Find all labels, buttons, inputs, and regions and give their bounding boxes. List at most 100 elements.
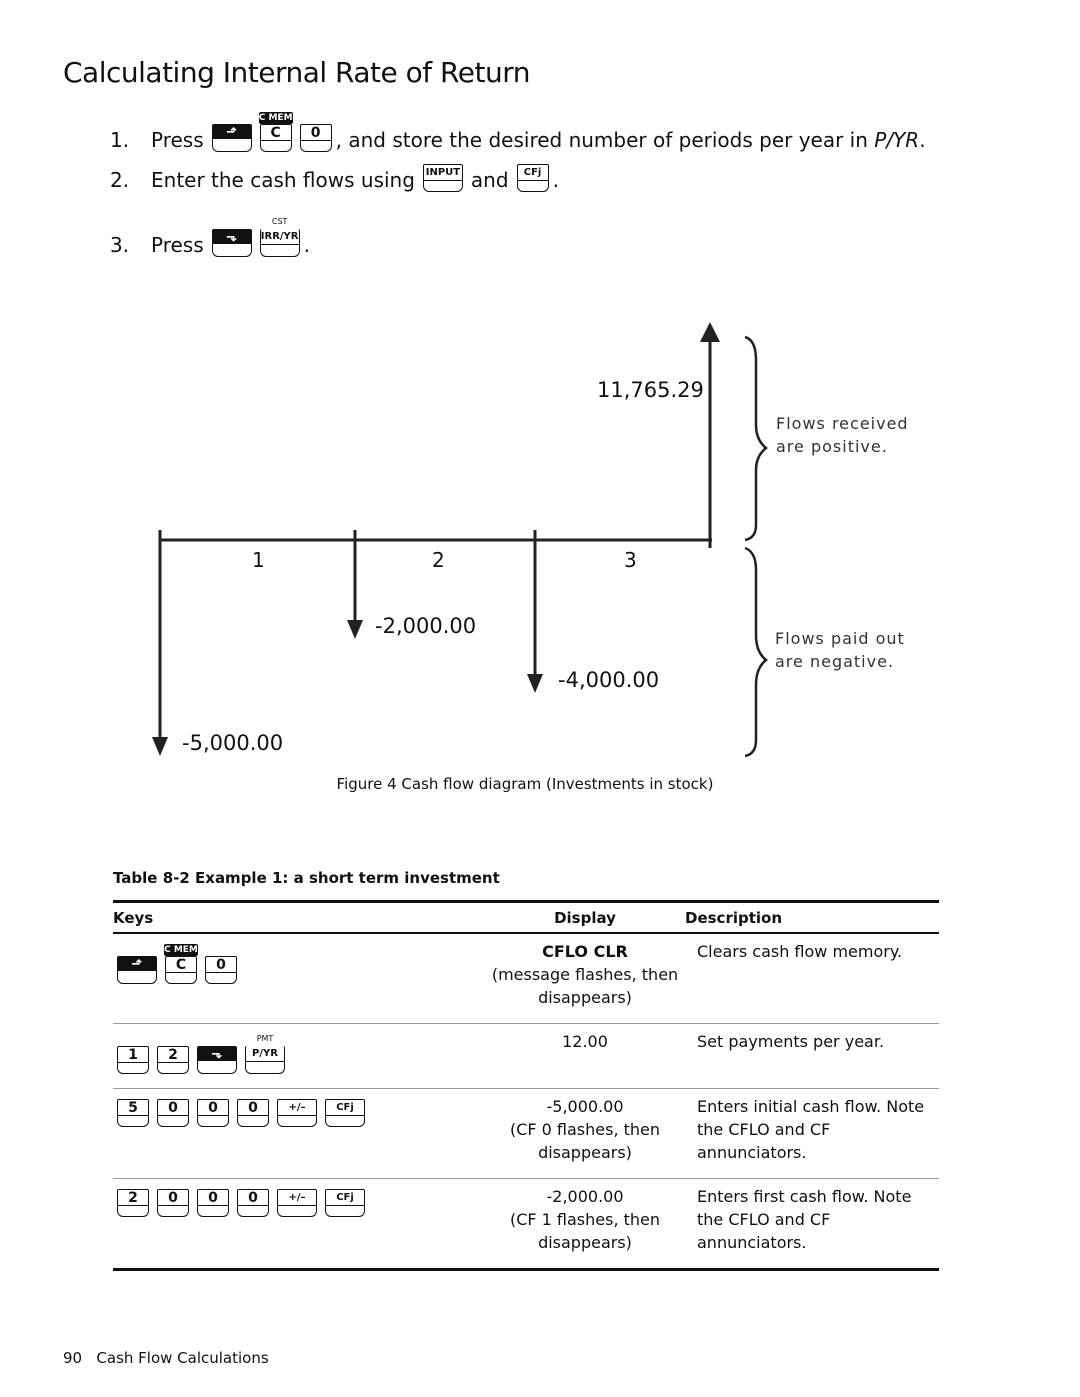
display-value: CFLO CLR [542, 942, 628, 961]
display-value: 12.00 [562, 1032, 608, 1051]
key--[interactable]: +/– [277, 1099, 317, 1127]
key-label: CFj [326, 1100, 364, 1116]
arrow-down-1 [347, 620, 363, 639]
key-5[interactable]: 5 [117, 1099, 149, 1127]
section-name: Cash Flow Calculations [96, 1349, 269, 1367]
key-sequence: 1 2 ⬎ P/YR PMT [117, 1034, 285, 1074]
key-label: +/– [278, 1190, 316, 1206]
shift-label: C MEM [258, 112, 293, 124]
key-shift-up[interactable]: ⬏ [117, 956, 157, 984]
step-italic: P/YR [874, 128, 920, 152]
display-note: (CF 1 flashes, then disappears) [509, 1210, 661, 1252]
key-label: IRR/YR [260, 229, 299, 245]
display-value: -2,000.00 [546, 1187, 624, 1206]
key-2[interactable]: 2 [157, 1046, 189, 1074]
flow-0-value: -5,000.00 [182, 731, 284, 755]
key-shift-down[interactable]: ⬎ [197, 1046, 237, 1074]
key-sequence: ⬏ C C MEM 0 [211, 112, 332, 152]
step-3: 3. Press ⬎ IRR/YR CST. [110, 217, 310, 257]
display-note: (CF 0 flashes, then disappears) [509, 1120, 661, 1162]
note-line: are negative. [775, 652, 895, 671]
key-label: C [260, 125, 291, 141]
period-1: 1 [252, 548, 265, 572]
key-cfj[interactable]: CFj [516, 164, 549, 192]
key-0[interactable]: 0 [237, 1099, 269, 1127]
step-text: Enter the cash flows using [151, 168, 415, 192]
header-display: Display [485, 900, 685, 934]
key-sequence: CFj [516, 164, 549, 192]
key-0[interactable]: 0 [205, 956, 237, 984]
table-row: 2 0 0 0 +/– CFj -2,000.00 (CF 1 flashes, then d… [113, 1178, 939, 1271]
step-1: 1. Press ⬏ C C MEM 0, and store the desired n… [110, 112, 926, 152]
step-end: . [303, 233, 310, 257]
header-description: Description [685, 900, 939, 934]
flow-1-value: -2,000.00 [375, 614, 477, 638]
key-0[interactable]: 0 [197, 1099, 229, 1127]
key-sequence: 2 0 0 0 +/– CFj [117, 1189, 365, 1217]
header-keys: Keys [113, 900, 485, 934]
key-label: 0 [206, 957, 236, 973]
table-row: 5 0 0 0 +/– CFj -5,000.00 (CF 0 flashes, then d… [113, 1088, 939, 1179]
note-line: Flows paid out [775, 629, 905, 648]
key-1[interactable]: 1 [117, 1046, 149, 1074]
key-shift-up[interactable]: ⬏ [211, 124, 252, 152]
key-sequence: 5 0 0 0 +/– CFj [117, 1099, 365, 1127]
note-positive: Flows received are positive. [776, 412, 909, 458]
key-0[interactable]: 0 [157, 1189, 189, 1217]
key-label: P/YR [246, 1046, 284, 1062]
example-table: Keys Display Description ⬏ C C MEM 0 CFLO CL… [113, 900, 939, 1271]
note-line: Flows received [776, 414, 909, 433]
step-text: , and store the desired number of period… [335, 128, 875, 152]
key-cfj[interactable]: CFj [325, 1099, 365, 1127]
page-number: 90 [63, 1349, 83, 1367]
page-title: Calculating Internal Rate of Return [63, 56, 530, 89]
key-0[interactable]: 0 [237, 1189, 269, 1217]
arrow-up-received [700, 322, 720, 342]
key-cfj[interactable]: CFj [325, 1189, 365, 1217]
description-cell: Enters initial cash flow. Note the CFLO … [685, 1088, 939, 1179]
step-number: 2. [110, 168, 130, 192]
table-caption: Table 8-2 Example 1: a short term invest… [113, 869, 500, 887]
shift-up-arrow-icon: ⬏ [118, 957, 156, 972]
display-cell: 12.00 [485, 1023, 685, 1089]
key-input[interactable]: INPUT [422, 164, 463, 192]
flow-3-value: -4,000.00 [558, 668, 660, 692]
display-value: -5,000.00 [546, 1097, 624, 1116]
step-text: Press [151, 233, 204, 257]
brace-positive [744, 335, 768, 542]
description-cell: Clears cash flow memory. [685, 933, 939, 1024]
shift-down-arrow-icon: ⬎ [212, 230, 251, 245]
key-2[interactable]: 2 [117, 1189, 149, 1217]
key-irr-yr[interactable]: IRR/YR CST [259, 217, 300, 257]
key-label: 5 [118, 1100, 148, 1116]
shift-up-arrow-icon: ⬏ [212, 125, 251, 140]
received-value: 11,765.29 [597, 378, 704, 402]
key-shift-down[interactable]: ⬎ [211, 229, 252, 257]
key-label: 0 [238, 1190, 268, 1206]
table-row: 1 2 ⬎ P/YR PMT 12.00 Set payments per year. [113, 1023, 939, 1089]
key-sequence: INPUT [422, 164, 463, 192]
display-cell: -2,000.00 (CF 1 flashes, then disappears) [485, 1178, 685, 1271]
keys-cell: 2 0 0 0 +/– CFj [113, 1178, 485, 1271]
period-2: 2 [432, 548, 445, 572]
key-label: 0 [300, 125, 331, 141]
display-cell: -5,000.00 (CF 0 flashes, then disappears) [485, 1088, 685, 1179]
key-c[interactable]: CC MEM [258, 112, 293, 152]
keys-cell: ⬏ C C MEM 0 [113, 933, 485, 1024]
arrow-down-0 [152, 737, 168, 756]
key-label: 2 [118, 1190, 148, 1206]
key-label: 1 [118, 1047, 148, 1063]
key-0[interactable]: 0 [299, 124, 332, 152]
shift-label: CST [271, 217, 288, 226]
key-0[interactable]: 0 [197, 1189, 229, 1217]
table-row: ⬏ C C MEM 0 CFLO CLR (message flashes, then d… [113, 933, 939, 1024]
step-text: Press [151, 128, 204, 152]
key-label: CFj [326, 1190, 364, 1206]
keys-cell: 5 0 0 0 +/– CFj [113, 1088, 485, 1179]
key-p-yr[interactable]: P/YR PMT [245, 1034, 285, 1074]
key-0[interactable]: 0 [157, 1099, 189, 1127]
key-c[interactable]: CC MEM [164, 944, 198, 984]
display-cell: CFLO CLR (message flashes, then disappear… [485, 933, 685, 1024]
key-label: +/– [278, 1100, 316, 1116]
key--[interactable]: +/– [277, 1189, 317, 1217]
